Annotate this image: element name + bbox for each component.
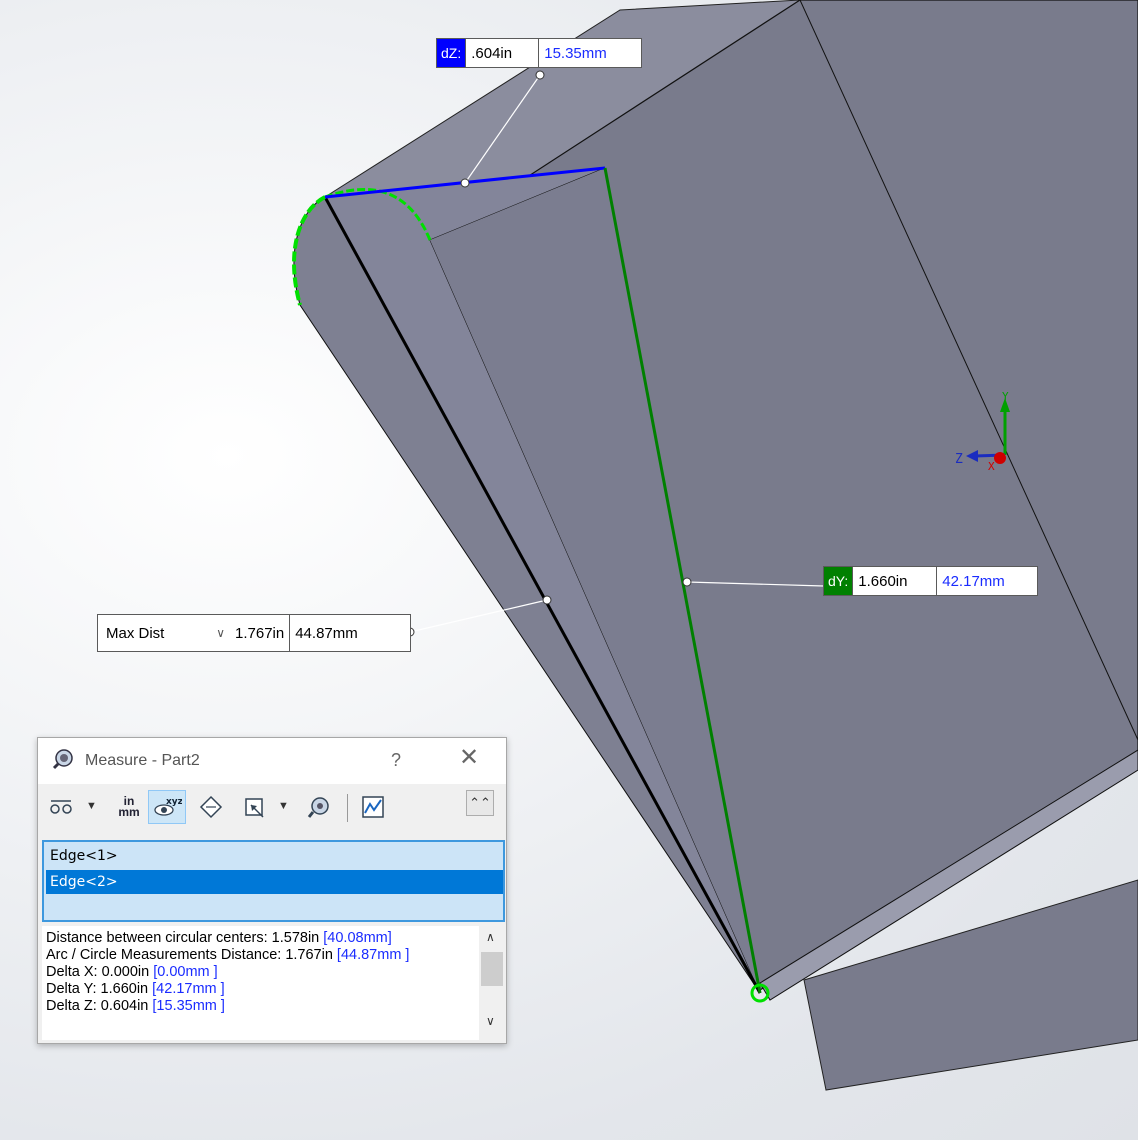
scroll-up-icon[interactable]: ∧ <box>486 930 495 944</box>
dy-inch-value: 1.660in <box>853 567 938 595</box>
svg-text:X: X <box>988 460 995 473</box>
units-button[interactable]: in mm <box>112 790 146 824</box>
point-to-point-button[interactable] <box>194 790 228 824</box>
maxdist-leader-dot <box>542 595 552 605</box>
arc-circle-icon <box>50 800 72 814</box>
results-scrollbar[interactable]: ∧ ∨ <box>479 926 505 1040</box>
dz-callout[interactable]: dZ: .604in 15.35mm <box>436 38 642 68</box>
arc-dropdown-arrow[interactable]: ▼ <box>86 800 97 812</box>
show-xyz-button[interactable]: xyz <box>148 790 186 824</box>
svg-text:Z: Z <box>955 452 963 467</box>
measure-icon <box>52 749 73 770</box>
dialog-title: Measure - Part2 <box>85 752 200 769</box>
svg-text:Y: Y <box>1002 390 1009 403</box>
chevron-down-icon: ∨ <box>216 626 225 640</box>
result-delta-y: Delta Y: 1.660in [42.17mm ] <box>46 981 225 997</box>
maxdist-mode-label: Max Dist <box>106 624 165 642</box>
close-button[interactable]: ✕ <box>459 746 479 770</box>
arc-circle-button[interactable] <box>44 790 78 824</box>
result-center-distance: Distance between circular centers: 1.578… <box>46 930 392 946</box>
maxdist-inch-value: 1.767in <box>230 615 291 651</box>
dz-inch-value: .604in <box>466 39 540 67</box>
help-button[interactable]: ? <box>391 750 401 771</box>
scroll-down-icon[interactable]: ∨ <box>486 1014 495 1028</box>
result-delta-z: Delta Z: 0.604in [15.35mm ] <box>46 998 225 1014</box>
units-mm-label: mm <box>118 805 140 819</box>
dialog-titlebar[interactable]: Measure - Part2 ? ✕ <box>38 738 506 784</box>
history-icon <box>307 797 329 818</box>
dz-tag: dZ: <box>437 39 467 67</box>
projection-dropdown-arrow[interactable]: ▼ <box>278 800 289 812</box>
result-arc-distance: Arc / Circle Measurements Distance: 1.76… <box>46 947 410 963</box>
results-text: Distance between circular centers: 1.578… <box>46 930 478 1015</box>
measure-toolbar: ▼ in mm xyz ▼ <box>38 784 506 830</box>
svg-text:xyz: xyz <box>166 797 182 807</box>
create-sensor-button[interactable] <box>356 790 390 824</box>
collapse-button[interactable]: ⌃⌃ <box>466 790 494 816</box>
projection-icon <box>245 798 264 818</box>
dy-mm-value: 42.17mm <box>942 572 1005 590</box>
dz-leader-dot <box>460 178 470 188</box>
scroll-thumb[interactable] <box>481 952 503 986</box>
dy-callout[interactable]: dY: 1.660in 42.17mm <box>823 566 1038 596</box>
selection-list[interactable]: Edge<1> Edge<2> <box>42 840 505 922</box>
maxdist-callout[interactable]: Max Dist ∨ 1.767in 44.87mm <box>97 614 411 652</box>
toolbar-separator <box>347 794 348 822</box>
measurement-history-button[interactable] <box>302 790 336 824</box>
results-panel[interactable]: Distance between circular centers: 1.578… <box>42 926 505 1040</box>
measure-dialog[interactable]: Measure - Part2 ? ✕ ▼ in mm xyz ▼ ⌃⌃ Edg… <box>37 737 507 1044</box>
dz-mm-value: 15.35mm <box>544 44 607 62</box>
dz-anchor <box>535 70 545 80</box>
projection-button[interactable] <box>238 790 272 824</box>
xyz-eye-icon: xyz <box>154 797 182 816</box>
graph-icon <box>362 796 384 818</box>
maxdist-mode-select[interactable]: Max Dist ∨ <box>98 615 230 651</box>
dy-tag: dY: <box>824 567 854 595</box>
maxdist-mm-value: 44.87mm <box>295 624 358 642</box>
selection-item-edge-2[interactable]: Edge<2> <box>46 870 503 894</box>
selection-item-edge-1[interactable]: Edge<1> <box>46 844 503 868</box>
diamond-ruler-icon <box>199 795 223 819</box>
dy-leader-dot <box>682 577 692 587</box>
result-delta-x: Delta X: 0.000in [0.00mm ] <box>46 964 218 980</box>
